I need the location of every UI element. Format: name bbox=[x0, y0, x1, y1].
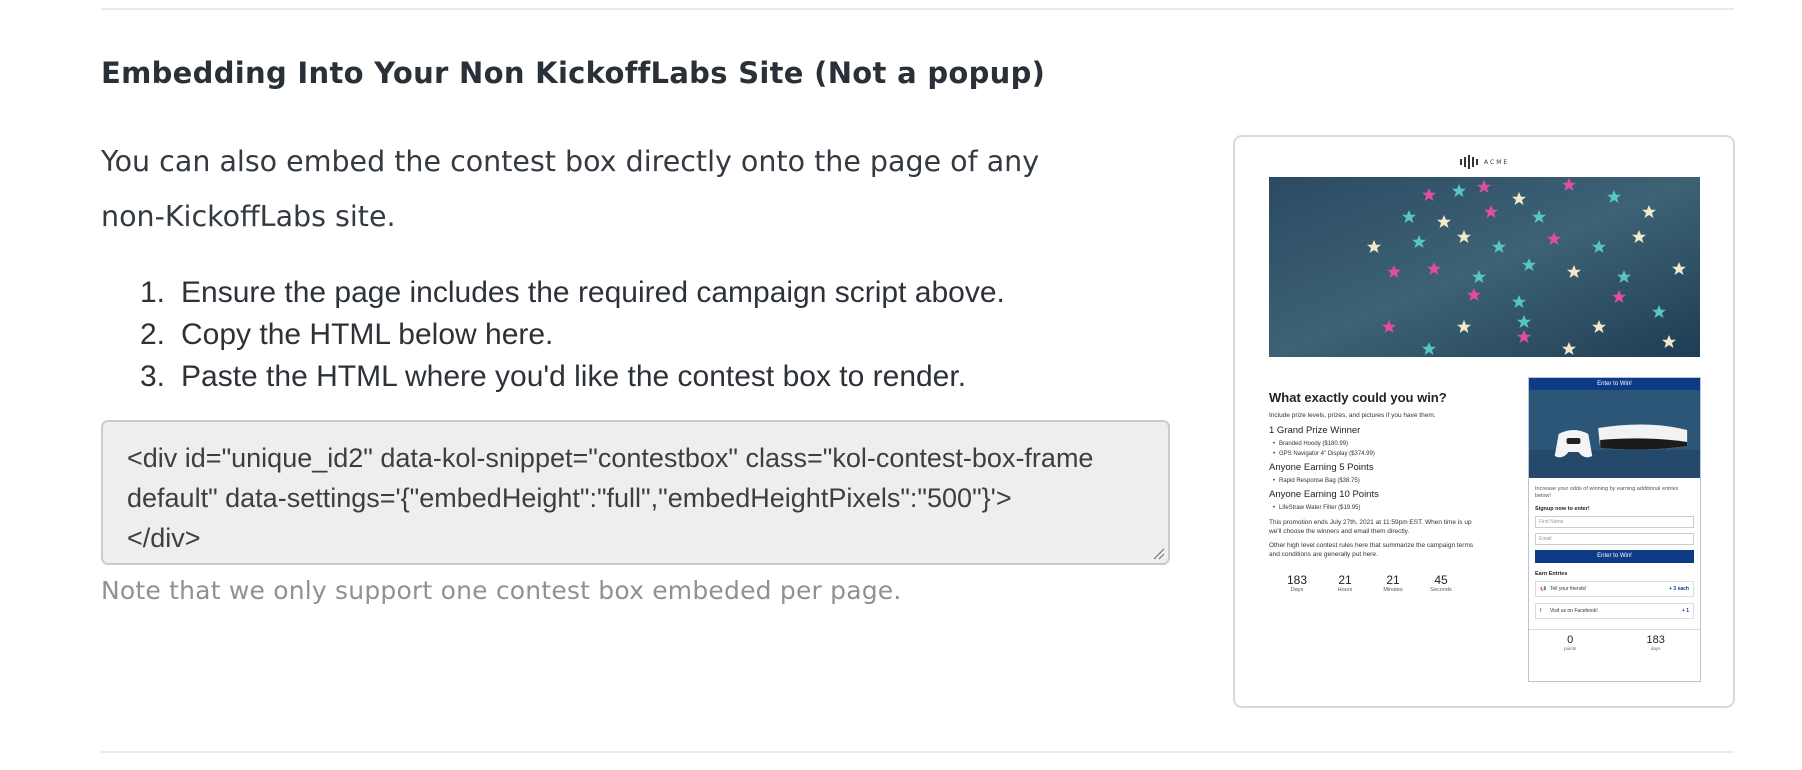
countdown-label: Hours bbox=[1337, 587, 1353, 593]
first-name-field: First Name bbox=[1535, 516, 1694, 528]
countdown-value: 183 bbox=[1286, 573, 1308, 587]
promo-text: This promotion ends July 27th, 2021 at 1… bbox=[1269, 519, 1472, 535]
logo-text: ACME bbox=[1484, 158, 1510, 166]
stat-value: 0 bbox=[1567, 634, 1574, 646]
acme-logo: ACME bbox=[1460, 155, 1509, 169]
embed-code-textarea[interactable]: <div id="unique_id2" data-kol-snippet="c… bbox=[101, 420, 1170, 565]
game-console-image bbox=[1529, 390, 1700, 478]
entry-action-points: + 1 bbox=[1681, 608, 1689, 614]
countdown-label: Days bbox=[1290, 587, 1304, 593]
countdown-unit: 183 Days bbox=[1277, 573, 1317, 593]
prize-tier-name: 1 Grand Prize Winner bbox=[1269, 425, 1361, 436]
stat-label: points bbox=[1564, 646, 1577, 651]
step-item: 1. Ensure the page includes the required … bbox=[140, 272, 1005, 314]
countdown-unit: 21 Minutes bbox=[1373, 573, 1413, 593]
prize-item: Rapid Response Bag ($38.75) bbox=[1273, 477, 1481, 485]
resize-handle-icon[interactable] bbox=[1151, 546, 1165, 560]
step-item: 3. Paste the HTML where you'd like the co… bbox=[140, 356, 1005, 398]
stat-points: 0 points bbox=[1564, 634, 1576, 651]
step-text: Copy the HTML below here. bbox=[181, 318, 554, 351]
stat-value: 183 bbox=[1646, 634, 1665, 646]
prize-item: Branded Hoody ($180.99) bbox=[1273, 440, 1481, 448]
megaphone-icon: 📢 bbox=[1540, 586, 1547, 592]
prize-details: What exactly could you win? Include priz… bbox=[1269, 390, 1481, 593]
top-divider bbox=[101, 8, 1734, 10]
contest-box-preview-image: ACME What exactly could you win? Include… bbox=[1233, 135, 1735, 708]
earn-entries-label: Earn Entries bbox=[1535, 571, 1568, 577]
intro-paragraph: You can also embed the contest box direc… bbox=[101, 145, 1040, 233]
prize-item: LifeStraw Water Filter ($19.95) bbox=[1273, 504, 1481, 512]
step-item: 2. Copy the HTML below here. bbox=[140, 314, 1005, 356]
contest-entry-widget: Enter to Win! Increase your odds of winn… bbox=[1528, 377, 1701, 682]
entry-stats: 0 points 183 days bbox=[1529, 629, 1700, 651]
enter-to-win-button: Enter to Win! bbox=[1535, 550, 1694, 563]
countdown-timer: 183 Days 21 Hours 21 Minutes 45 Seconds bbox=[1269, 573, 1469, 593]
widget-header: Enter to Win! bbox=[1529, 378, 1700, 390]
stars-hero-image bbox=[1269, 177, 1700, 357]
stat-days: 183 days bbox=[1646, 634, 1664, 651]
rules-text: Other high level contest rules here that… bbox=[1269, 542, 1474, 558]
entry-action-text: Tell your friends! bbox=[1550, 586, 1587, 592]
entry-action-tell-friends: 📢 Tell your friends! + 3 each bbox=[1535, 581, 1694, 597]
prize-tier-name: Anyone Earning 10 Points bbox=[1269, 489, 1379, 500]
entry-action-text: Visit us on Facebook! bbox=[1550, 608, 1598, 614]
countdown-unit: 21 Hours bbox=[1325, 573, 1365, 593]
instruction-steps: 1. Ensure the page includes the required … bbox=[140, 272, 1005, 398]
odds-text: Increase your odds of winning by earning… bbox=[1535, 486, 1679, 499]
step-text: Paste the HTML where you'd like the cont… bbox=[181, 360, 967, 393]
prize-tier-name: Anyone Earning 5 Points bbox=[1269, 462, 1374, 473]
step-number: 1. bbox=[140, 276, 166, 309]
stat-label: days bbox=[1650, 646, 1661, 651]
step-text: Ensure the page includes the required ca… bbox=[181, 276, 1005, 309]
bottom-divider bbox=[101, 751, 1734, 753]
email-field: Email bbox=[1535, 533, 1694, 545]
embed-code-text[interactable]: <div id="unique_id2" data-kol-snippet="c… bbox=[127, 438, 1137, 558]
prize-subtitle: Include prize levels, prizes, and pictur… bbox=[1269, 412, 1436, 419]
step-number: 3. bbox=[140, 360, 166, 393]
signup-label: Signup now to enter! bbox=[1535, 506, 1590, 512]
support-note: Note that we only support one contest bo… bbox=[101, 576, 902, 605]
countdown-value: 21 bbox=[1386, 573, 1400, 587]
countdown-label: Minutes bbox=[1383, 587, 1403, 593]
entry-action-facebook: f Visit us on Facebook! + 1 bbox=[1535, 603, 1694, 619]
step-number: 2. bbox=[140, 318, 166, 351]
section-heading: Embedding Into Your Non KickoffLabs Site… bbox=[101, 56, 1046, 90]
countdown-value: 21 bbox=[1338, 573, 1352, 587]
entry-action-points: + 3 each bbox=[1669, 586, 1689, 592]
countdown-unit: 45 Seconds bbox=[1421, 573, 1461, 593]
countdown-value: 45 bbox=[1434, 573, 1448, 587]
acme-logo-icon bbox=[1460, 155, 1478, 169]
prize-title: What exactly could you win? bbox=[1269, 390, 1447, 405]
facebook-icon: f bbox=[1540, 608, 1542, 614]
countdown-label: Seconds bbox=[1430, 587, 1452, 593]
prize-item: GPS Navigator 4" Display ($374.99) bbox=[1273, 450, 1481, 458]
